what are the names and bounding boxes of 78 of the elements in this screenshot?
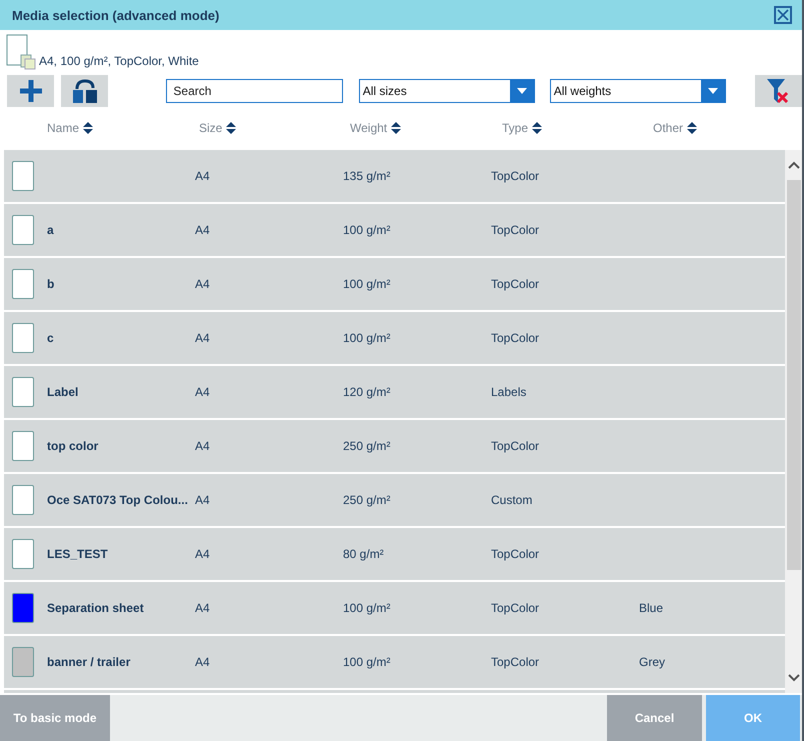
- clear-filter-button[interactable]: [754, 75, 802, 107]
- media-row[interactable]: Label A4 120 g/m² Labels: [4, 366, 785, 418]
- media-row[interactable]: Separation sheet A4 100 g/m² TopColor Blue: [4, 582, 785, 634]
- table-cell-text: A4: [195, 493, 211, 507]
- sort-icon: [83, 122, 94, 134]
- media-name: Label: [47, 385, 80, 399]
- weight-dropdown[interactable]: All weights: [550, 79, 726, 103]
- table-cell-text: Custom: [491, 493, 534, 507]
- table-cell-text: TopColor: [491, 277, 540, 291]
- size-dropdown[interactable]: All sizes: [358, 79, 535, 103]
- table-cell-text: TopColor: [491, 547, 540, 561]
- media-row[interactable]: b A4 100 g/m² TopColor: [4, 258, 785, 310]
- table-cell-text: A4: [195, 385, 211, 399]
- table-cell-text: 120 g/m²: [343, 385, 392, 399]
- column-header[interactable]: Other: [653, 121, 698, 135]
- media-row[interactable]: LES_TEST A4 80 g/m² TopColor: [4, 528, 785, 580]
- table-cell-text: A4: [195, 169, 211, 183]
- table-cell-text: A4: [195, 277, 211, 291]
- media-name: b: [47, 277, 56, 291]
- table-cell-text: A4: [195, 223, 211, 237]
- add-button[interactable]: [7, 75, 54, 107]
- column-header[interactable]: Type: [502, 121, 542, 135]
- table-cell-text: Blue: [639, 601, 664, 615]
- table-cell-text: A4: [195, 439, 211, 453]
- sort-icon: [687, 122, 698, 134]
- table-cell-text: TopColor: [491, 223, 540, 237]
- media-row[interactable]: Oce SAT073 Top Colou... A4 250 g/m² Custom: [4, 474, 785, 526]
- table-cell-text: 135 g/m²: [343, 169, 392, 183]
- media-name: Oce SAT073 Top Colou...: [47, 493, 189, 507]
- media-icon: [6, 34, 36, 70]
- media-name: Separation sheet: [47, 601, 145, 615]
- window-title: Media selection (advanced mode): [12, 8, 220, 22]
- replace-button[interactable]: [61, 75, 108, 107]
- table-cell-text: TopColor: [491, 169, 540, 183]
- table-cell-text: TopColor: [491, 331, 540, 345]
- column-header[interactable]: Weight: [350, 121, 402, 135]
- sort-icon: [226, 122, 236, 134]
- search-field[interactable]: Search: [166, 79, 343, 103]
- media-row[interactable]: banner / trailer A4 100 g/m² TopColor Grey: [4, 636, 785, 688]
- table-cell-text: 100 g/m²: [343, 331, 392, 345]
- scrollbar[interactable]: [785, 150, 802, 693]
- media-name: top color: [47, 439, 100, 453]
- media-name: banner / trailer: [47, 655, 132, 669]
- media-row[interactable]: A4 135 g/m² TopColor: [4, 150, 785, 202]
- media-row[interactable]: a A4 100 g/m² TopColor: [4, 204, 785, 256]
- media-row[interactable]: top color A4 250 g/m² TopColor: [4, 420, 785, 472]
- table-cell-text: 100 g/m²: [343, 223, 392, 237]
- media-name: a: [47, 223, 55, 237]
- current-media-text: A4, 100 g/m², TopColor, White: [39, 54, 199, 70]
- sort-icon: [532, 122, 542, 134]
- close-button[interactable]: [774, 6, 792, 24]
- scroll-up-icon[interactable]: [788, 161, 800, 169]
- table-cell-text: 100 g/m²: [343, 655, 392, 669]
- clear-filter-icon: [767, 79, 790, 103]
- table-cell-text: 100 g/m²: [343, 277, 392, 291]
- table-cell-text: 100 g/m²: [343, 601, 392, 615]
- table-cell-text: 250 g/m²: [343, 439, 392, 453]
- column-header[interactable]: Size: [199, 121, 236, 135]
- caret-icon: [516, 88, 527, 94]
- table-cell-text: 250 g/m²: [343, 493, 392, 507]
- table-cell-text: TopColor: [491, 601, 540, 615]
- caret-icon: [708, 88, 718, 94]
- table-cell-text: TopColor: [491, 655, 540, 669]
- column-header[interactable]: Name: [47, 121, 94, 135]
- table-cell-text: A4: [195, 331, 211, 345]
- media-name: c: [47, 331, 55, 345]
- plus-icon: [18, 79, 43, 103]
- scroll-down-icon[interactable]: [788, 674, 800, 682]
- table-cell-text: Grey: [639, 655, 666, 669]
- table-cell-text: 80 g/m²: [343, 547, 385, 561]
- table-cell-text: TopColor: [491, 439, 540, 453]
- media-row[interactable]: c A4 100 g/m² TopColor: [4, 312, 785, 364]
- table-cell-text: A4: [195, 547, 211, 561]
- table-cell-text: A4: [195, 601, 211, 615]
- sort-icon: [391, 122, 402, 134]
- media-name: LES_TEST: [47, 547, 109, 561]
- table-cell-text: A4: [195, 655, 211, 669]
- table-cell-text: Labels: [491, 385, 528, 399]
